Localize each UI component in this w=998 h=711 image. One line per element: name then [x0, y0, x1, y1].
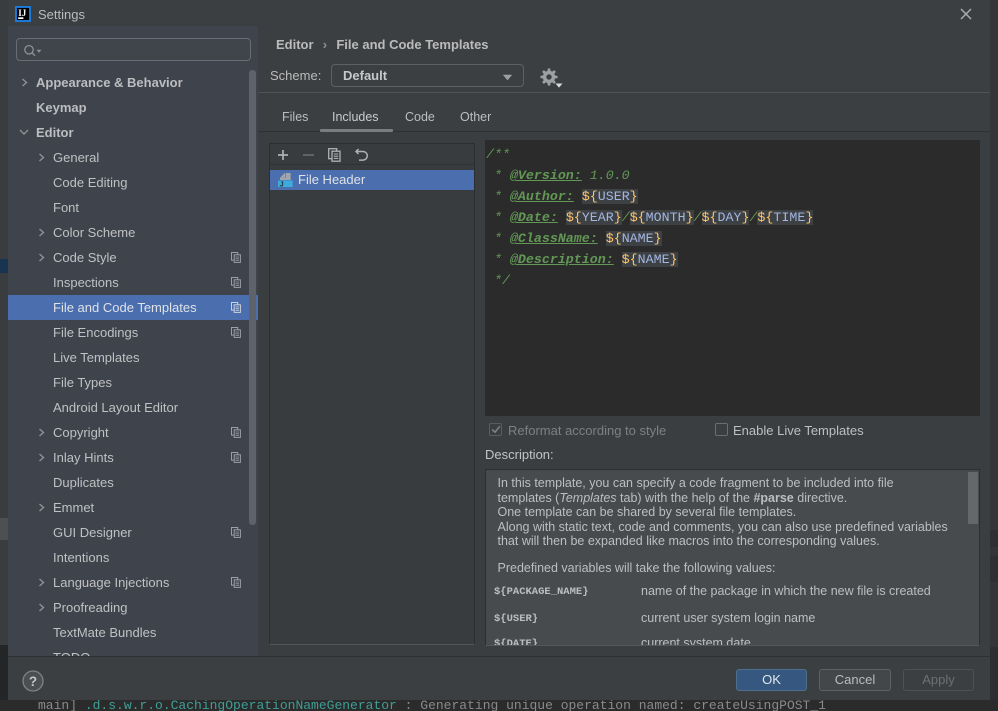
svg-text:?: ?: [29, 674, 37, 689]
svg-text:IJ: IJ: [18, 8, 27, 18]
svg-text:J: J: [280, 179, 284, 187]
